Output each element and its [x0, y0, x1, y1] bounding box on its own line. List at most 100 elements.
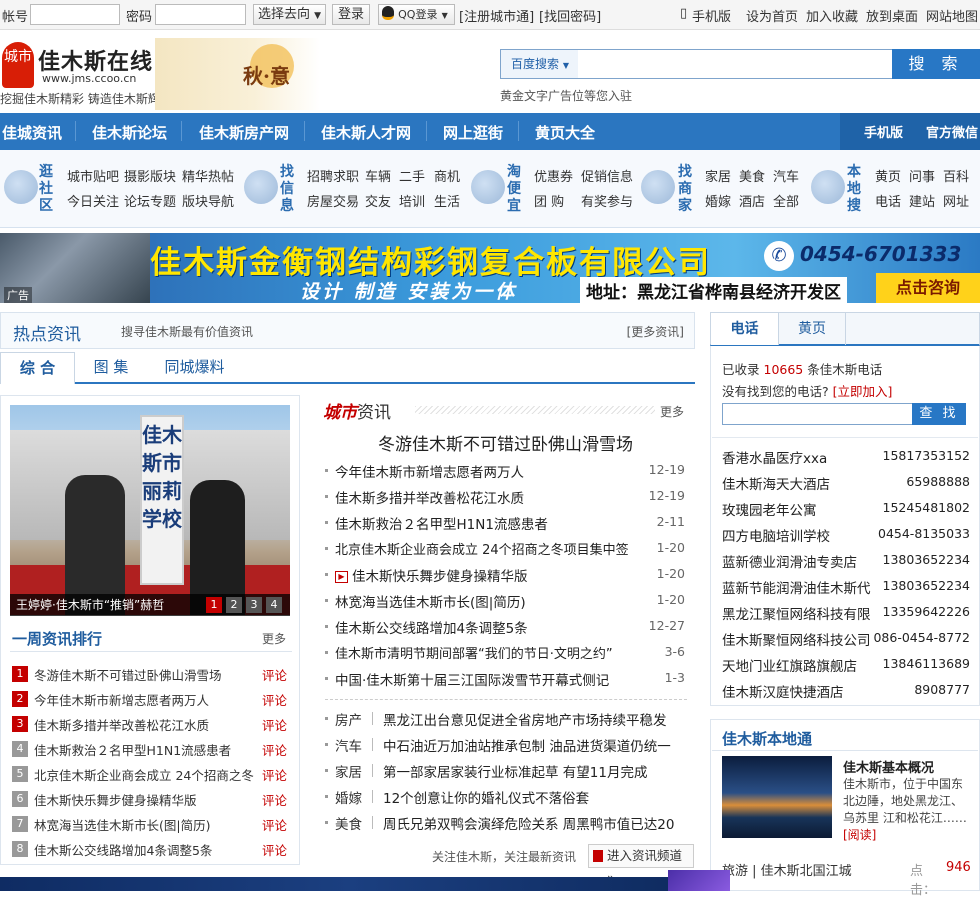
subnav-link[interactable]: 房屋交易 — [307, 191, 359, 210]
news-item[interactable]: 佳木斯救治２名甲型H1N1流感患者 2-11 — [325, 512, 687, 538]
password-input[interactable] — [155, 4, 246, 25]
subnav-link[interactable]: 商机 — [434, 166, 460, 185]
subnav-link[interactable]: 百科 — [943, 166, 969, 185]
weekly-rank-more[interactable]: 更多 — [262, 630, 286, 647]
phone-entry[interactable]: 佳木斯汉庭快捷酒店 8908777 — [722, 679, 970, 705]
news-item[interactable]: ▶ 佳木斯快乐舞步健身操精华版 1-20 — [325, 564, 687, 590]
rank-item[interactable]: 1 冬游佳木斯不可错过卧佛山滑雪场 评论 — [12, 664, 292, 686]
goto-select[interactable]: 选择去向 ▼ — [253, 4, 326, 25]
desktop-link[interactable]: 放到桌面 — [866, 6, 918, 25]
tab-tips[interactable]: 同城爆料 — [147, 352, 242, 384]
qq-login-button[interactable]: QQ登录 ▼ — [378, 4, 455, 25]
find-password-link[interactable]: [找回密码] — [539, 6, 601, 25]
subnav-link[interactable]: 酒店 — [739, 191, 765, 210]
city-news-more[interactable]: 更多 — [660, 403, 684, 420]
subnav-link[interactable]: 问事 — [909, 166, 935, 185]
next-title[interactable]: 佳木斯北国江城 — [761, 864, 852, 879]
subnav-link[interactable]: 车辆 — [365, 166, 391, 185]
subnav-link[interactable]: 优惠券 — [534, 166, 573, 185]
rank-title[interactable]: 林宽海当选佳木斯市长(图|简历) — [34, 815, 210, 834]
news-item[interactable]: 中国·佳木斯第十届三江国际泼雪节开幕式侧记 1-3 — [325, 668, 687, 694]
phone-entry-name[interactable]: 佳木斯汉庭快捷酒店 — [722, 681, 844, 701]
banner-ad[interactable]: 佳木斯金衡钢结构彩钢复合板有限公司 ✆ 0454-6701333 设计 制造 安… — [0, 233, 980, 303]
sitemap-link[interactable]: 网站地图 — [926, 6, 978, 25]
news-title[interactable]: 佳木斯市清明节期间部署“我们的节日·文明之约” — [335, 643, 613, 662]
subnav-link[interactable]: 精华热帖 — [182, 166, 234, 185]
featured-photo[interactable]: 佳木斯市丽莉学校 — [10, 405, 290, 615]
tab-general[interactable]: 综 合 — [0, 352, 75, 384]
category-news-item[interactable]: 家居 第一部家居家装行业标准起草 有望11月完成 — [325, 760, 687, 786]
rank-title[interactable]: 北京佳木斯企业商会成立 24个招商之冬 — [34, 765, 254, 784]
news-title[interactable]: 佳木斯快乐舞步健身操精华版 — [352, 569, 528, 585]
subnav-link[interactable]: 今日关注 — [67, 191, 119, 210]
rank-item[interactable]: 8 佳木斯公交线路增加4条调整5条 评论 — [12, 839, 292, 861]
slide-page-4[interactable]: 4 — [266, 597, 282, 613]
comment-link[interactable]: 评论 — [262, 690, 287, 709]
phone-entry[interactable]: 佳木斯海天大酒店 65988888 — [722, 471, 970, 497]
rank-title[interactable]: 冬游佳木斯不可错过卧佛山滑雪场 — [34, 665, 222, 684]
category-news-title[interactable]: 黑龙江出台意见促进全省房地产市场持续平稳发 — [383, 709, 667, 729]
subnav-link[interactable]: 家居 — [705, 166, 731, 185]
category-news-item[interactable]: 汽车 中石油近万加油站推承包制 油品进货渠道仍统一 — [325, 734, 687, 760]
news-title[interactable]: 今年佳木斯市新增志愿者两万人 — [335, 461, 524, 481]
subnav-link[interactable]: 网址 — [943, 191, 969, 210]
news-title[interactable]: 中国·佳木斯第十届三江国际泼雪节开幕式侧记 — [335, 669, 609, 689]
subnav-link[interactable]: 培训 — [399, 191, 425, 210]
comment-link[interactable]: 评论 — [262, 740, 287, 759]
city-night-photo[interactable] — [722, 756, 832, 838]
phone-entry[interactable]: 佳木斯聚恒网络科技公司 086-0454-8772 — [722, 627, 970, 653]
phone-entry[interactable]: 蓝新德业润滑油专卖店 13803652234 — [722, 549, 970, 575]
local-guide-title[interactable]: 佳木斯本地通 — [722, 728, 812, 749]
phone-entry[interactable]: 玫瑰园老年公寓 15245481802 — [722, 497, 970, 523]
nav-mobile[interactable]: 手机版 — [864, 122, 903, 141]
rank-title[interactable]: 佳木斯快乐舞步健身操精华版 — [34, 790, 197, 809]
category-label[interactable]: 汽车 — [335, 735, 362, 755]
category-news-item[interactable]: 房产 黑龙江出台意见促进全省房地产市场持续平稳发 — [325, 708, 687, 734]
subnav-link[interactable]: 招聘求职 — [307, 166, 359, 185]
phone-entry-name[interactable]: 佳木斯聚恒网络科技公司 — [722, 629, 871, 649]
news-item[interactable]: 北京佳木斯企业商会成立 24个招商之冬项目集中签 1-20 — [325, 538, 687, 564]
search-button[interactable]: 搜 索 — [892, 49, 980, 79]
category-news-title[interactable]: 中石油近万加油站推承包制 油品进货渠道仍统一 — [383, 735, 671, 755]
category-label[interactable]: 婚嫁 — [335, 787, 362, 807]
phone-search-input[interactable] — [722, 403, 913, 425]
subnav-link[interactable]: 美食 — [739, 166, 765, 185]
tab-gallery[interactable]: 图 集 — [75, 352, 147, 384]
category-label[interactable]: 房产 — [335, 709, 362, 729]
account-input[interactable] — [30, 4, 120, 25]
comment-link[interactable]: 评论 — [262, 665, 287, 684]
phone-entry[interactable]: 香港水晶医疗xxa 15817353152 — [722, 445, 970, 471]
phone-entry-name[interactable]: 黑龙江聚恒网络科技有限 — [722, 603, 871, 623]
register-link[interactable]: [注册城市通] — [459, 6, 534, 25]
nav-item-jobs[interactable]: 佳木斯人才网 — [321, 122, 411, 143]
rank-title[interactable]: 佳木斯公交线路增加4条调整5条 — [34, 840, 212, 859]
category-label[interactable]: 美食 — [335, 813, 362, 833]
rank-item[interactable]: 6 佳木斯快乐舞步健身操精华版 评论 — [12, 789, 292, 811]
phone-entry-name[interactable]: 蓝新德业润滑油专卖店 — [722, 551, 857, 571]
news-title[interactable]: 北京佳木斯企业商会成立 24个招商之冬项目集中签 — [335, 539, 629, 558]
news-title[interactable]: 佳木斯多措并举改善松花江水质 — [335, 487, 524, 507]
phone-entry[interactable]: 蓝新节能润滑油佳木斯代 13803652234 — [722, 575, 970, 601]
category-news-item[interactable]: 美食 周氏兄弟双鸭会演绎危险关系 周黑鸭市值已达20 — [325, 812, 687, 838]
phone-entry-name[interactable]: 天地门业红旗路旗舰店 — [722, 655, 857, 675]
subnav-link[interactable]: 交友 — [365, 191, 391, 210]
nav-item-forum[interactable]: 佳木斯论坛 — [92, 122, 167, 143]
slide-page-2[interactable]: 2 — [226, 597, 242, 613]
category-news-title[interactable]: 周氏兄弟双鸭会演绎危险关系 周黑鸭市值已达20 — [383, 813, 674, 833]
news-item[interactable]: 佳木斯市清明节期间部署“我们的节日·文明之约” 3-6 — [325, 642, 687, 668]
news-item[interactable]: 今年佳木斯市新增志愿者两万人 12-19 — [325, 460, 687, 486]
nav-item-news[interactable]: 佳城资讯 — [2, 122, 62, 143]
nav-item-shopping[interactable]: 网上逛街 — [443, 122, 503, 143]
slide-page-1[interactable]: 1 — [206, 597, 222, 613]
tab-yellowpages[interactable]: 黄页 — [779, 313, 846, 345]
subnav-link[interactable]: 版块导航 — [182, 191, 234, 210]
nav-item-yellowpages[interactable]: 黄页大全 — [535, 122, 595, 143]
rank-title[interactable]: 佳木斯救治２名甲型H1N1流感患者 — [34, 740, 231, 759]
rank-item[interactable]: 4 佳木斯救治２名甲型H1N1流感患者 评论 — [12, 739, 292, 761]
nav-item-house[interactable]: 佳木斯房产网 — [199, 122, 289, 143]
set-home-link[interactable]: 设为首页 — [746, 6, 798, 25]
rank-title[interactable]: 佳木斯多措并举改善松花江水质 — [34, 715, 209, 734]
subnav-link[interactable]: 婚嫁 — [705, 191, 731, 210]
rank-item[interactable]: 7 林宽海当选佳木斯市长(图|简历) 评论 — [12, 814, 292, 836]
login-button[interactable]: 登录 — [332, 4, 370, 25]
